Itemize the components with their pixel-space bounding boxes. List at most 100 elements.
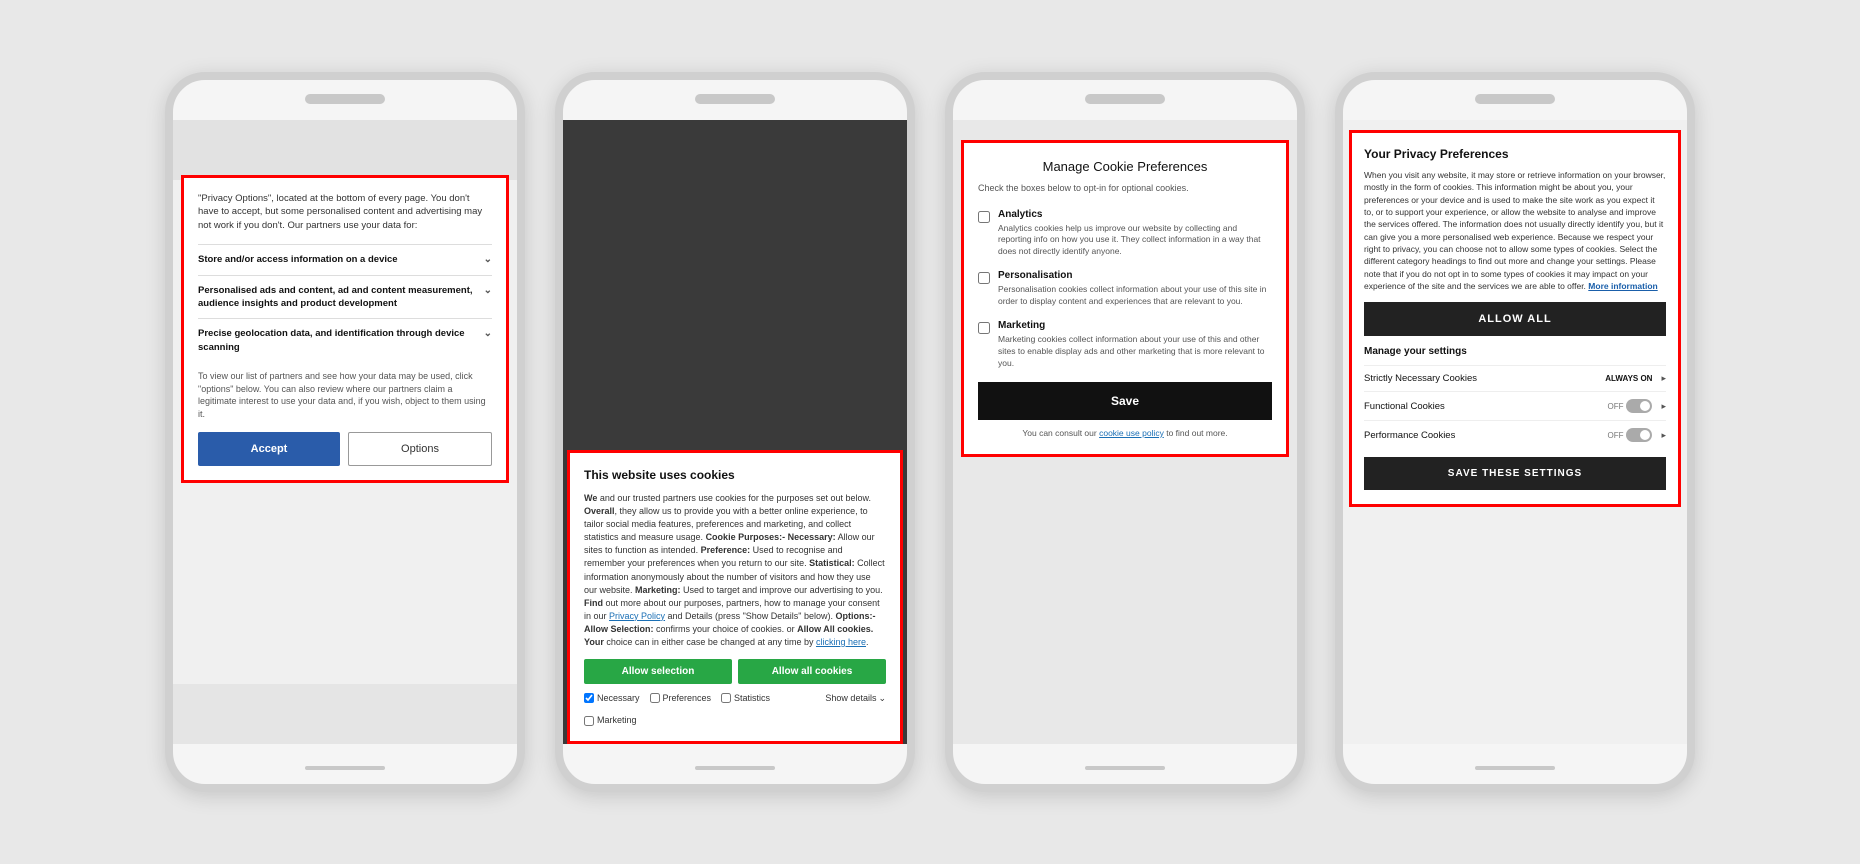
- phone2: This website uses cookies We and our tru…: [555, 72, 915, 792]
- functional-cookies-status: OFF ▸: [1607, 399, 1666, 413]
- show-details-label[interactable]: Show details: [825, 692, 876, 705]
- performance-cookies-row[interactable]: Performance Cookies OFF ▸: [1364, 420, 1666, 449]
- phone1-item-geolocation[interactable]: Precise geolocation data, and identifica…: [198, 318, 492, 362]
- phone1-body: "Privacy Options", located at the bottom…: [165, 72, 525, 792]
- phone1-button-row: Accept Options: [198, 432, 492, 466]
- phone4-notch: [1475, 94, 1555, 104]
- personalisation-checkbox[interactable]: [978, 272, 990, 284]
- phone3-screen: Manage Cookie Preferences Check the boxe…: [953, 120, 1297, 744]
- performance-toggle-track[interactable]: [1626, 428, 1652, 442]
- marketing-checkbox[interactable]: [978, 322, 990, 334]
- phone3-analytics-option: Analytics Analytics cookies help us impr…: [978, 209, 1272, 259]
- save-settings-button[interactable]: SAVE THESE SETTINGS: [1364, 457, 1666, 490]
- phone2-screen: This website uses cookies We and our tru…: [563, 120, 907, 744]
- clicking-here-link[interactable]: clicking here: [816, 637, 866, 647]
- phone3-bottom-bar: [1085, 766, 1165, 770]
- phone1-item-geolocation-chevron: ⌄: [484, 327, 492, 341]
- checkbox-preferences-label: Preferences: [663, 692, 712, 705]
- functional-toggle-thumb: [1640, 401, 1650, 411]
- marketing-content: Marketing Marketing cookies collect info…: [998, 320, 1272, 370]
- phone4-bottom-bar: [1475, 766, 1555, 770]
- options-button[interactable]: Options: [348, 432, 492, 466]
- analytics-content: Analytics Analytics cookies help us impr…: [998, 209, 1272, 259]
- functional-toggle[interactable]: OFF: [1607, 399, 1652, 413]
- strictly-necessary-status: ALWAYS ON ▸: [1605, 373, 1666, 384]
- phone1-blurred-bottom: [173, 684, 517, 744]
- analytics-desc: Analytics cookies help us improve our we…: [998, 223, 1272, 259]
- performance-toggle[interactable]: OFF: [1607, 428, 1652, 442]
- checkbox-necessary[interactable]: Necessary: [584, 692, 640, 705]
- marketing-title: Marketing: [998, 320, 1272, 331]
- personalisation-content: Personalisation Personalisation cookies …: [998, 270, 1272, 308]
- phone2-body: This website uses cookies We and our tru…: [555, 72, 915, 792]
- phone1-screen: "Privacy Options", located at the bottom…: [173, 120, 517, 744]
- performance-chevron: ▸: [1661, 430, 1666, 441]
- phone1-item-store-chevron: ⌄: [484, 253, 492, 267]
- checkbox-marketing[interactable]: Marketing: [584, 714, 637, 727]
- phone1-bottom-bar: [305, 766, 385, 770]
- phone1-item-personalised-chevron: ⌄: [484, 284, 492, 298]
- marketing-desc: Marketing cookies collect information ab…: [998, 334, 1272, 370]
- phone1-item-personalised-label: Personalised ads and content, ad and con…: [198, 284, 480, 311]
- strictly-necessary-label: Strictly Necessary Cookies: [1364, 373, 1477, 384]
- show-details-area: Show details ⌄: [825, 692, 886, 705]
- allow-all-cookies-button[interactable]: Allow all cookies: [738, 659, 886, 684]
- performance-off-label: OFF: [1607, 431, 1623, 440]
- phone1-item-geolocation-label: Precise geolocation data, and identifica…: [198, 327, 480, 354]
- checkbox-statistics-input[interactable]: [721, 693, 731, 703]
- phone2-bottom-bar: [695, 766, 775, 770]
- functional-toggle-track[interactable]: [1626, 399, 1652, 413]
- phone4: Your Privacy Preferences When you visit …: [1335, 72, 1695, 792]
- privacy-policy-link[interactable]: Privacy Policy: [609, 611, 665, 621]
- functional-chevron: ▸: [1661, 401, 1666, 412]
- phone1-blurred-top: [173, 120, 517, 180]
- phone2-cookie-dialog: This website uses cookies We and our tru…: [567, 450, 903, 744]
- strictly-necessary-row[interactable]: Strictly Necessary Cookies ALWAYS ON ▸: [1364, 365, 1666, 391]
- personalisation-desc: Personalisation cookies collect informat…: [998, 284, 1272, 308]
- allow-all-button[interactable]: ALLOW ALL: [1364, 302, 1666, 336]
- checkbox-marketing-label: Marketing: [597, 714, 637, 727]
- consult-suffix: to find out more.: [1166, 428, 1227, 438]
- checkbox-statistics[interactable]: Statistics: [721, 692, 770, 705]
- phone1-item-store[interactable]: Store and/or access information on a dev…: [198, 244, 492, 275]
- phone3-marketing-option: Marketing Marketing cookies collect info…: [978, 320, 1272, 370]
- phone1-notch: [305, 94, 385, 104]
- performance-cookies-label: Performance Cookies: [1364, 430, 1455, 441]
- phone3-title: Manage Cookie Preferences: [978, 159, 1272, 174]
- phone1: "Privacy Options", located at the bottom…: [165, 72, 525, 792]
- phone2-dialog-title: This website uses cookies: [584, 467, 886, 484]
- phone1-item-personalised[interactable]: Personalised ads and content, ad and con…: [198, 275, 492, 319]
- checkbox-statistics-label: Statistics: [734, 692, 770, 705]
- save-button[interactable]: Save: [978, 382, 1272, 420]
- accept-button[interactable]: Accept: [198, 432, 340, 466]
- phone4-title: Your Privacy Preferences: [1364, 147, 1666, 161]
- phone4-privacy-dialog: Your Privacy Preferences When you visit …: [1349, 130, 1681, 507]
- checkbox-marketing-input[interactable]: [584, 716, 594, 726]
- checkbox-necessary-input[interactable]: [584, 693, 594, 703]
- phone3-notch: [1085, 94, 1165, 104]
- analytics-checkbox[interactable]: [978, 211, 990, 223]
- phone1-privacy-dialog: "Privacy Options", located at the bottom…: [181, 175, 509, 483]
- phone3-subtitle: Check the boxes below to opt-in for opti…: [978, 182, 1272, 195]
- functional-cookies-row[interactable]: Functional Cookies OFF ▸: [1364, 391, 1666, 420]
- functional-cookies-label: Functional Cookies: [1364, 401, 1445, 412]
- checkbox-preferences-input[interactable]: [650, 693, 660, 703]
- more-info-link[interactable]: More information: [1588, 281, 1657, 291]
- allow-selection-button[interactable]: Allow selection: [584, 659, 732, 684]
- phone4-body-text: When you visit any website, it may store…: [1364, 169, 1666, 292]
- phone1-item-store-label: Store and/or access information on a dev…: [198, 253, 398, 266]
- analytics-title: Analytics: [998, 209, 1272, 220]
- always-on-label: ALWAYS ON: [1605, 374, 1652, 383]
- phone4-body: Your Privacy Preferences When you visit …: [1335, 72, 1695, 792]
- phone4-body-content: When you visit any website, it may store…: [1364, 170, 1665, 291]
- show-details-chevron: ⌄: [878, 692, 886, 705]
- cookie-policy-link[interactable]: cookie use policy: [1099, 428, 1164, 438]
- manage-settings-title: Manage your settings: [1364, 346, 1666, 357]
- strictly-necessary-chevron: ▸: [1661, 373, 1666, 384]
- checkbox-preferences[interactable]: Preferences: [650, 692, 712, 705]
- phone2-checkboxes: Necessary Preferences Statistics Show de…: [584, 692, 886, 727]
- phone3-consult-text: You can consult our cookie use policy to…: [978, 428, 1272, 438]
- functional-off-label: OFF: [1607, 402, 1623, 411]
- phone1-content: "Privacy Options", located at the bottom…: [173, 120, 517, 744]
- phone4-screen: Your Privacy Preferences When you visit …: [1343, 120, 1687, 744]
